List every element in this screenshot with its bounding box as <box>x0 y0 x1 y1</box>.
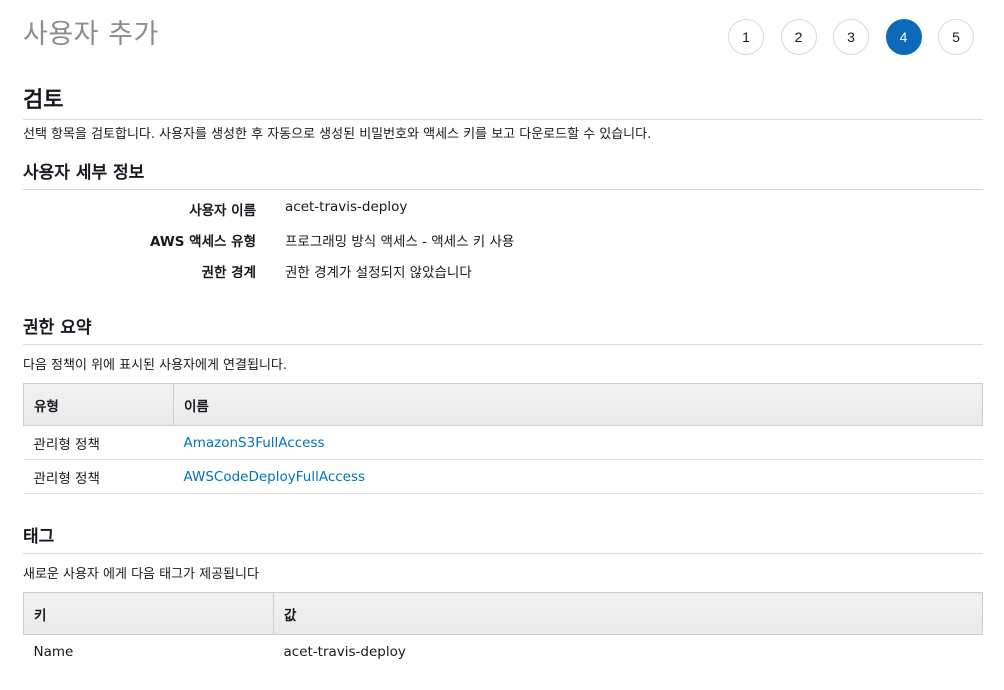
policy-name-cell: AmazonS3FullAccess <box>173 425 983 460</box>
column-header-value[interactable]: 값 <box>273 592 983 635</box>
review-description: 선택 항목을 검토합니다. 사용자를 생성한 후 자동으로 생성된 비밀번호와 … <box>23 127 652 142</box>
tag-value-cell: acet-travis-deploy <box>283 643 406 660</box>
page-title: 사용자 추가 <box>23 19 159 50</box>
detail-row-username: 사용자 이름 acet-travis-deploy <box>0 199 1004 219</box>
permissions-summary-heading: 권한 요약 <box>23 313 983 345</box>
add-user-page: 사용자 추가 1 2 3 4 5 검토 선택 항목을 검토합니다. 사용자를 생… <box>0 0 1004 690</box>
tags-description: 새로운 사용자 에게 다음 태그가 제공됩니다 <box>23 567 259 582</box>
detail-value: 권한 경계가 설정되지 않았습니다 <box>285 265 472 281</box>
policy-link[interactable]: AmazonS3FullAccess <box>184 435 325 451</box>
step-4-button-current[interactable]: 4 <box>885 19 922 55</box>
tag-key-cell: Name <box>33 643 74 660</box>
step-5-button[interactable]: 5 <box>938 19 974 55</box>
tags-table: 키 값 Name acet-travis-deploy <box>23 592 983 669</box>
table-header-row: 유형 이름 <box>23 383 983 426</box>
table-header-row: 키 값 <box>23 592 983 635</box>
step-1-button[interactable]: 1 <box>728 19 764 55</box>
policy-type-cell: 관리형 정책 <box>23 425 174 460</box>
column-header-key[interactable]: 키 <box>23 592 274 635</box>
step-3-button[interactable]: 3 <box>833 19 869 55</box>
detail-label: 권한 경계 <box>201 265 256 281</box>
tags-heading: 태그 <box>23 522 983 554</box>
table-row: 관리형 정책 AmazonS3FullAccess <box>23 425 983 460</box>
table-row: Name acet-travis-deploy <box>24 635 983 669</box>
table-row: 관리형 정책 AWSCodeDeployFullAccess <box>23 459 983 494</box>
policy-type-cell: 관리형 정책 <box>23 459 174 494</box>
wizard-steps: 1 2 3 4 5 <box>712 19 974 55</box>
detail-label: AWS 액세스 유형 <box>150 234 256 250</box>
detail-row-access-type: AWS 액세스 유형 프로그래밍 방식 액세스 - 액세스 키 사용 <box>0 230 1004 250</box>
detail-label: 사용자 이름 <box>189 203 256 219</box>
review-heading: 검토 <box>23 82 983 120</box>
policy-name-cell: AWSCodeDeployFullAccess <box>173 459 983 494</box>
detail-row-permissions-boundary: 권한 경계 권한 경계가 설정되지 않았습니다 <box>0 261 1004 281</box>
user-details-heading: 사용자 세부 정보 <box>23 158 983 190</box>
detail-value: 프로그래밍 방식 액세스 - 액세스 키 사용 <box>285 234 515 250</box>
permissions-table: 유형 이름 관리형 정책 AmazonS3FullAccess 관리형 정책 A… <box>23 383 983 494</box>
detail-value: acet-travis-deploy <box>285 199 408 215</box>
column-header-type[interactable]: 유형 <box>23 383 174 426</box>
column-header-name[interactable]: 이름 <box>173 383 983 426</box>
step-2-button[interactable]: 2 <box>780 19 817 55</box>
permissions-description: 다음 정책이 위에 표시된 사용자에게 연결됩니다. <box>23 358 287 373</box>
policy-link[interactable]: AWSCodeDeployFullAccess <box>184 469 366 485</box>
